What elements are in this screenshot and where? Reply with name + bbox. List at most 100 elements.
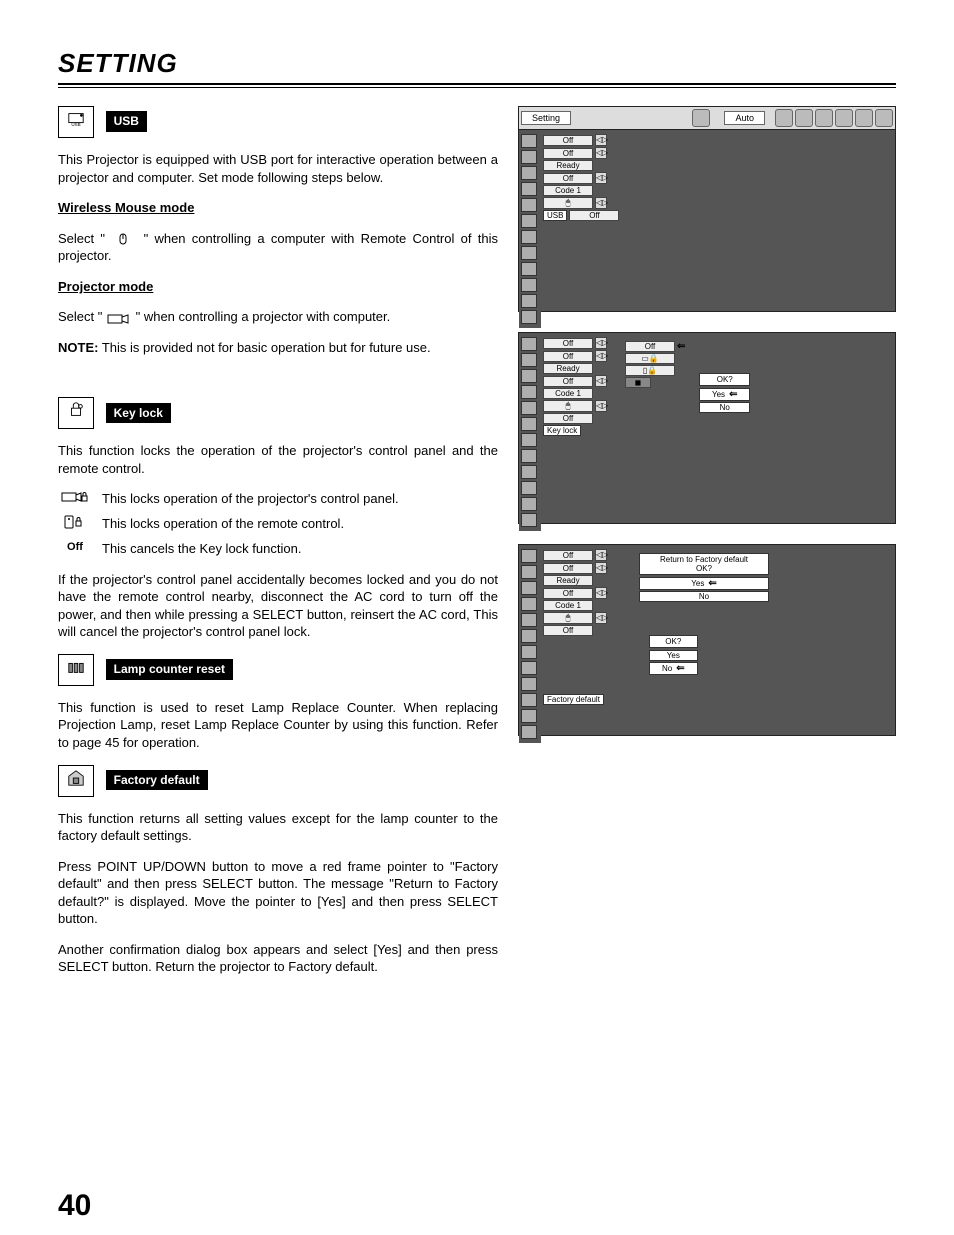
osd-top-icon [835,109,853,127]
osd-no-option: No⇐ [649,662,698,675]
osd-side-icon [521,565,537,579]
osd-ok-prompt: OK? [699,373,750,386]
osd-auto-chip: Auto [724,111,765,125]
osd-top-icon [775,109,793,127]
osd-side-icon [521,661,537,675]
page-title: SETTING [58,48,896,79]
osd-nav-icon: ◁▷ [595,375,607,387]
osd-value: Code 1 [543,388,593,399]
lamp-counter-para: This function is used to reset Lamp Repl… [58,699,498,752]
osd-value: Off [543,351,593,362]
factory-p1: This function returns all setting values… [58,810,498,845]
osd-value: 🖱 [543,197,593,209]
svg-text:USB: USB [71,122,80,127]
osd-value: Off [543,173,593,184]
osd-value: Off [543,625,593,636]
osd-setting-chip: Setting [521,111,571,125]
factory-default-badge: Factory default [106,770,208,790]
osd-side-icon [521,369,537,383]
osd-value: Off [543,550,593,561]
osd-yes-option: Yes⇐ [639,577,769,590]
osd-value: Off [543,148,593,159]
osd-value: Off [543,413,593,424]
keylock-para: If the projector's control panel acciden… [58,571,498,641]
osd-side-icon [521,597,537,611]
mouse-mode-icon [111,233,137,245]
osd-top-icon [855,109,873,127]
osd-popup-value: ▭🔒 [625,353,675,364]
osd-value: Off [543,135,593,146]
osd-side-icon [521,449,537,463]
osd-nav-icon: ◁▷ [595,612,607,624]
wireless-mouse-text: Select " " when controlling a computer w… [58,230,498,265]
wireless-mouse-heading: Wireless Mouse mode [58,199,498,217]
osd-side-icon [521,629,537,643]
projector-mode-heading: Projector mode [58,278,498,296]
osd-value: 🖱 [543,612,593,624]
osd-value: Code 1 [543,600,593,611]
usb-note: NOTE: This is provided not for basic ope… [58,339,498,357]
osd-side-icon [521,497,537,511]
pointer-icon: ⇐ [676,663,684,674]
osd-side-icon [521,693,537,707]
osd-nav-icon: ◁▷ [595,147,607,159]
osd-side-icon [521,385,537,399]
osd-side-icon [521,198,537,212]
osd-side-icon [521,645,537,659]
pointer-icon: ⇐ [729,389,737,400]
osd-value: 🖱 [543,400,593,412]
osd-no-option: No [639,591,769,602]
lock-remote-text: This locks operation of the remote contr… [102,515,344,533]
keylock-off-icon: Off [58,540,92,555]
factory-default-icon [58,765,94,797]
osd-side-icon [521,725,537,739]
osd-side-icon [521,401,537,415]
osd-value: Off [543,338,593,349]
projector-mode-text: Select " " when controlling a projector … [58,308,498,326]
osd-popup-value: ◼ [625,377,651,388]
osd-side-icon [521,677,537,691]
usb-badge: USB [106,111,147,131]
osd-side-icon [521,549,537,563]
osd-nav-icon: ◁▷ [595,134,607,146]
osd-side-icon [521,417,537,431]
osd-nav-icon: ◁▷ [595,587,607,599]
osd-side-icon [521,278,537,292]
osd-value: Off [543,563,593,574]
osd-side-icon [521,310,537,324]
usb-intro: This Projector is equipped with USB port… [58,151,498,186]
rule-light [58,87,896,88]
osd-side-icon [521,709,537,723]
keylock-intro: This function locks the operation of the… [58,442,498,477]
osd-side-icon [521,166,537,180]
osd-value: Ready [543,575,593,586]
osd-side-icon [521,262,537,276]
osd-usb-screenshot: Setting Auto [518,106,896,312]
keylock-badge: Key lock [106,403,171,423]
osd-ok-prompt: OK? [649,635,698,648]
osd-keylock-screenshot: Off◁▷ Off◁▷ Ready Off◁▷ Code 1 🖱◁▷ Off K… [518,332,896,524]
osd-top-icon [815,109,833,127]
osd-top-icon [795,109,813,127]
osd-nav-icon: ◁▷ [595,337,607,349]
osd-nav-icon: ◁▷ [595,400,607,412]
osd-side-icon [521,353,537,367]
osd-factory-screenshot: Off◁▷ Off◁▷ Ready Off◁▷ Code 1 🖱◁▷ Off F… [518,544,896,736]
osd-factory-msg: Return to Factory defaultOK? [639,553,769,575]
osd-side-icon [521,613,537,627]
osd-value: Ready [543,363,593,374]
osd-side-icon [521,182,537,196]
lock-panel-icon [58,490,92,509]
osd-side-icon [521,433,537,447]
osd-value: Off [543,376,593,387]
factory-p2: Press POINT UP/DOWN button to move a red… [58,858,498,928]
osd-side-icon [521,337,537,351]
osd-popup-value: Off [625,341,675,352]
osd-side-icon [521,294,537,308]
projector-mode-icon [106,312,132,324]
osd-side-icon [521,513,537,527]
osd-nav-icon: ◁▷ [595,549,607,561]
osd-nav-icon: ◁▷ [595,562,607,574]
osd-no-option: No [699,402,750,413]
osd-side-icon [521,581,537,595]
